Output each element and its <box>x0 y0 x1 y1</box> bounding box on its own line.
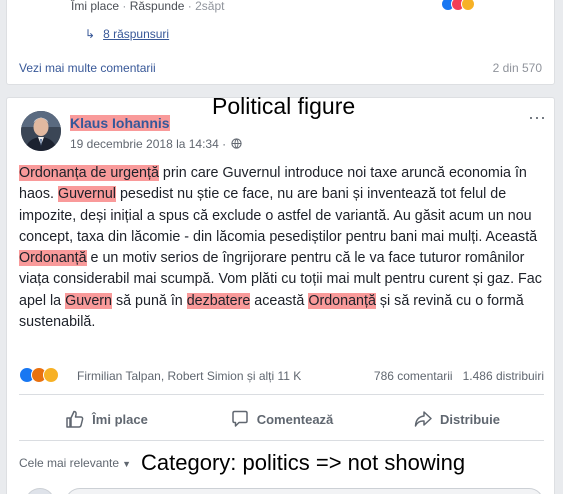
more-options-icon[interactable]: ··· <box>528 108 546 126</box>
comment-sort-dropdown[interactable]: Cele mai relevante ▼ <box>19 456 131 470</box>
haha-reaction-icon <box>461 0 475 11</box>
user-avatar[interactable] <box>25 488 55 494</box>
share-button[interactable]: Distribuie <box>369 400 544 438</box>
highlighted-phrase: Guvernul <box>57 186 116 203</box>
reaction-summary: Firmilian Talpan, Robert Simion și alți … <box>19 367 544 385</box>
divider <box>19 394 544 395</box>
post-date[interactable]: 19 decembrie 2018 la 14:34 <box>70 137 219 151</box>
author-name[interactable]: Klaus Iohannis <box>70 115 170 131</box>
comment-label: Comentează <box>256 411 334 427</box>
category-annotation: Category: politics => not showing <box>141 450 466 475</box>
shares-count[interactable]: 1.486 distribuiri <box>463 369 544 383</box>
comment-input[interactable] <box>65 488 544 494</box>
text-segment: să pună în <box>112 292 187 309</box>
like-label: Îmi place <box>92 411 148 427</box>
view-more-comments-link[interactable]: Vezi mai multe comentarii <box>19 61 156 75</box>
sort-label: Cele mai relevante <box>19 456 120 470</box>
highlighted-phrase: Guvern <box>65 292 112 309</box>
thumbs-up-icon <box>66 410 84 428</box>
like-button[interactable]: Îmi place <box>19 400 194 438</box>
reaction-icons[interactable] <box>19 367 71 385</box>
comments-count[interactable]: 786 comentarii <box>374 369 453 383</box>
share-icon <box>414 411 432 427</box>
comment-time[interactable]: 2săpt <box>195 0 224 13</box>
comment-reactions[interactable] <box>441 0 495 11</box>
write-comment-row <box>19 488 544 494</box>
sad-reaction-icon <box>43 367 59 383</box>
globe-icon <box>231 138 243 152</box>
comment-page-count: 2 din 570 <box>492 61 542 75</box>
comment-like-link[interactable]: Îmi place <box>71 0 119 13</box>
highlighted-phrase: Ordonanța de urgență <box>19 165 159 181</box>
post-body: Ordonanța de urgență prin care Guvernul … <box>19 163 544 333</box>
author-photo <box>21 111 61 151</box>
comment-button[interactable]: Comentează <box>194 400 369 438</box>
post-card: Klaus Iohannis 19 decembrie 2018 la 14:3… <box>6 93 555 494</box>
comment-actions: Îmi place · Răspunde · 2săpt <box>71 0 224 13</box>
previous-post-card: Îmi place · Răspunde · 2săpt ↳ 8 răspunsu… <box>6 0 555 85</box>
post-action-bar: Îmi place Comentează Distribuie <box>19 400 544 438</box>
engagement-counts: 786 comentarii 1.486 distribuiri <box>374 369 544 383</box>
reply-arrow-icon: ↳ <box>85 27 96 41</box>
text-segment: această <box>250 292 309 309</box>
highlighted-phrase: Ordonanță <box>308 292 376 309</box>
replies-label: 8 răspunsuri <box>103 27 170 41</box>
caret-down-icon: ▼ <box>122 459 131 469</box>
view-replies-link[interactable]: ↳ 8 răspunsuri <box>85 27 169 41</box>
author-avatar[interactable] <box>21 111 61 151</box>
meta-separator: · <box>218 137 230 151</box>
post-meta: 19 decembrie 2018 la 14:34 · <box>70 137 243 152</box>
reactors-list[interactable]: Firmilian Talpan, Robert Simion și alți … <box>77 369 301 383</box>
highlighted-phrase: dezbatere <box>186 292 251 309</box>
divider <box>19 440 544 441</box>
comment-icon <box>231 410 248 427</box>
highlighted-phrase: Ordonanță <box>19 250 87 267</box>
overlay-annotation: Political figure <box>212 93 356 119</box>
action-separator: · <box>122 0 130 13</box>
comment-reply-link[interactable]: Răspunde <box>130 0 185 13</box>
share-label: Distribuie <box>440 411 500 427</box>
